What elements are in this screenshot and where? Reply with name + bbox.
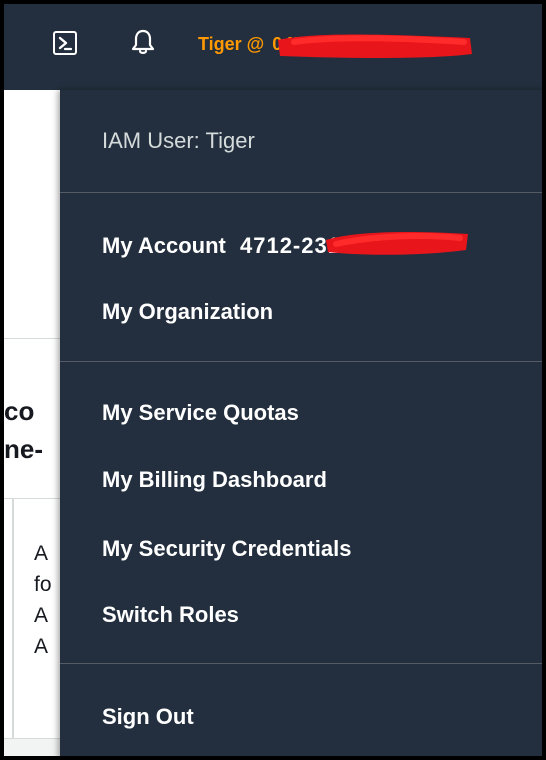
my-organization-link[interactable]: My Organization — [102, 299, 273, 325]
my-account-label: My Account — [102, 233, 226, 258]
top-navigation-bar: Tiger @ 0471-432-3302 — [0, 0, 546, 90]
redaction-mark-top — [278, 34, 472, 58]
menu-divider — [60, 663, 546, 664]
menu-divider — [60, 192, 546, 193]
background-footer — [4, 738, 60, 760]
background-body-text: A fo A A — [34, 542, 52, 658]
redaction-mark-account — [326, 232, 468, 255]
background-heading: co ne- — [4, 396, 43, 464]
account-user-label: Tiger @ — [198, 33, 265, 54]
bell-icon[interactable] — [130, 28, 156, 56]
menu-divider — [60, 361, 546, 362]
cloudshell-icon[interactable] — [53, 31, 77, 55]
iam-user-header: IAM User: Tiger — [102, 128, 255, 153]
background-divider — [4, 338, 60, 339]
background-panel-border — [12, 498, 14, 738]
switch-roles-link[interactable]: Switch Roles — [102, 602, 239, 628]
sign-out-link[interactable]: Sign Out — [102, 704, 194, 730]
account-dropdown-menu: IAM User: Tiger My Account 4712-231302 M… — [60, 90, 546, 760]
my-security-credentials-link[interactable]: My Security Credentials — [102, 536, 351, 562]
my-service-quotas-link[interactable]: My Service Quotas — [102, 400, 299, 426]
my-billing-dashboard-link[interactable]: My Billing Dashboard — [102, 467, 327, 493]
